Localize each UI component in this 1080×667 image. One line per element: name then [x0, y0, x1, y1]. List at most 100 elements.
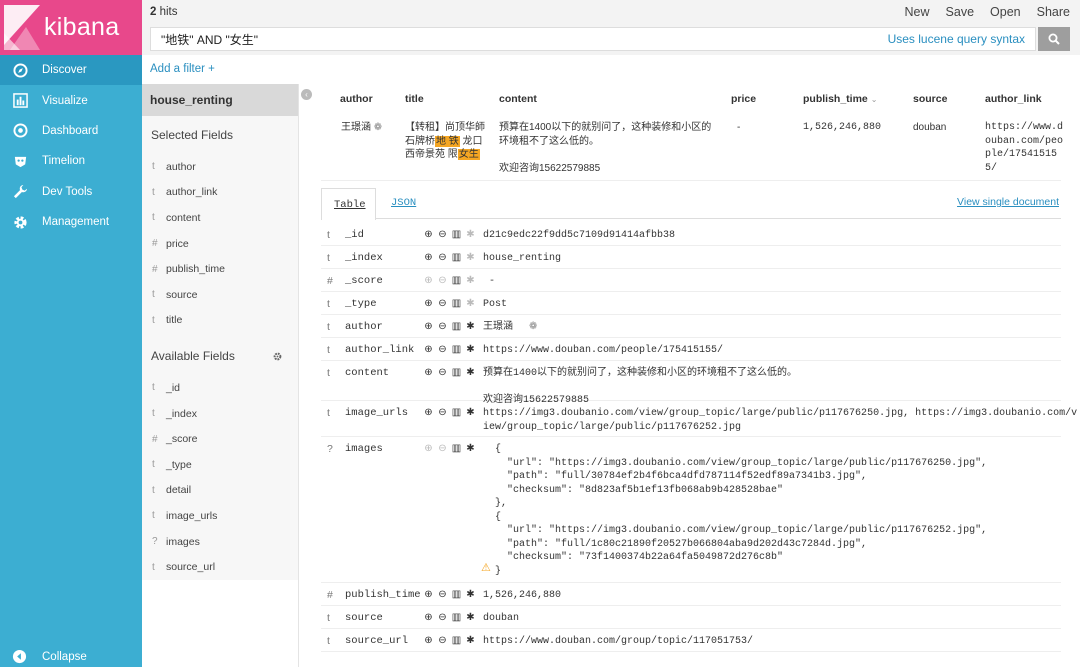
field-item[interactable]: t author	[142, 154, 298, 180]
toggle-column-icon[interactable]: ▥	[451, 298, 462, 309]
filter-out-value-icon[interactable]: ⊖	[437, 589, 448, 600]
doc-field-row: ? images ⊕ ⊖ ▥ ✱ { "url": "https://img3.douba…	[321, 437, 1061, 583]
field-item[interactable]: # publish_time	[142, 256, 298, 282]
filter-exists-icon[interactable]: ✱	[465, 344, 476, 355]
filter-for-value-icon[interactable]: ⊕	[423, 229, 434, 240]
column-header-price[interactable]: price	[731, 93, 756, 105]
filter-out-value-icon[interactable]: ⊖	[437, 612, 448, 623]
filter-for-value-icon[interactable]: ⊕	[423, 367, 434, 378]
filter-out-value-icon[interactable]: ⊖	[437, 298, 448, 309]
toggle-column-icon[interactable]: ▥	[451, 635, 462, 646]
nav-item-visualize[interactable]: Visualize	[0, 85, 142, 115]
filter-exists-icon[interactable]: ✱	[465, 275, 476, 286]
filter-out-value-icon[interactable]: ⊖	[437, 635, 448, 646]
field-item[interactable]: t source	[142, 282, 298, 308]
column-header-author-link[interactable]: author_link	[985, 93, 1042, 105]
paw-icon: ❁	[373, 122, 383, 133]
filter-for-value-icon[interactable]: ⊕	[423, 407, 434, 418]
lucene-syntax-link[interactable]: Uses lucene query syntax	[888, 32, 1035, 46]
field-item[interactable]: t _type	[142, 452, 298, 478]
field-type-icon: t	[152, 408, 155, 420]
column-header-title[interactable]: title	[405, 93, 424, 105]
gear-icon	[12, 214, 28, 230]
new-button[interactable]: New	[905, 5, 930, 19]
toggle-column-icon[interactable]: ▥	[451, 321, 462, 332]
toggle-column-icon[interactable]: ▥	[451, 275, 462, 286]
field-item[interactable]: t detail	[142, 478, 298, 504]
toggle-column-icon[interactable]: ▥	[451, 252, 462, 263]
add-filter-link[interactable]: Add a filter +	[150, 63, 215, 75]
filter-for-value-icon[interactable]: ⊕	[423, 635, 434, 646]
toggle-column-icon[interactable]: ▥	[451, 612, 462, 623]
nav-item-discover[interactable]: Discover	[0, 55, 142, 86]
search-button[interactable]	[1038, 27, 1070, 51]
filter-exists-icon[interactable]: ✱	[465, 298, 476, 309]
kibana-logo[interactable]: kibana	[0, 0, 142, 55]
field-item[interactable]: # _score	[142, 426, 298, 452]
toggle-column-icon[interactable]: ▥	[451, 367, 462, 378]
field-item[interactable]: t image_urls	[142, 503, 298, 529]
filter-exists-icon[interactable]: ✱	[465, 612, 476, 623]
sort-icon[interactable]: ⌄	[871, 95, 878, 104]
field-item[interactable]: t title	[142, 308, 298, 334]
nav-item-dashboard[interactable]: Dashboard	[0, 116, 142, 146]
save-button[interactable]: Save	[946, 5, 975, 19]
filter-for-value-icon[interactable]: ⊕	[423, 589, 434, 600]
nav-item-timelion[interactable]: Timelion	[0, 146, 142, 176]
tab-table[interactable]: Table	[321, 188, 376, 220]
view-single-document-link[interactable]: View single document	[957, 196, 1059, 208]
share-button[interactable]: Share	[1037, 5, 1070, 19]
filter-for-value-icon[interactable]: ⊕	[423, 344, 434, 355]
field-item[interactable]: ? images	[142, 529, 298, 555]
column-header-source[interactable]: source	[913, 93, 947, 105]
open-button[interactable]: Open	[990, 5, 1021, 19]
filter-for-value-icon[interactable]: ⊕	[423, 298, 434, 309]
filter-out-value-icon[interactable]: ⊖	[437, 443, 448, 454]
filter-exists-icon[interactable]: ✱	[465, 407, 476, 418]
filter-exists-icon[interactable]: ✱	[465, 252, 476, 263]
gear-icon[interactable]	[273, 352, 282, 361]
filter-out-value-icon[interactable]: ⊖	[437, 252, 448, 263]
column-header-publish-time[interactable]: publish_time ⌄	[803, 93, 877, 105]
field-item[interactable]: t _index	[142, 401, 298, 427]
index-pattern-selector[interactable]: house_renting	[142, 84, 298, 116]
filter-exists-icon[interactable]: ✱	[465, 443, 476, 454]
toggle-column-icon[interactable]: ▥	[451, 344, 462, 355]
field-item[interactable]: t _id	[142, 375, 298, 401]
search-input[interactable]: "地铁" AND "女生" Uses lucene query syntax	[150, 27, 1036, 51]
tab-json[interactable]: JSON	[391, 197, 416, 209]
column-header-content[interactable]: content	[499, 93, 537, 105]
toggle-column-icon[interactable]: ▥	[451, 443, 462, 454]
filter-for-value-icon[interactable]: ⊕	[423, 612, 434, 623]
toggle-column-icon[interactable]: ▥	[451, 589, 462, 600]
search-query[interactable]: "地铁" AND "女生"	[151, 31, 888, 48]
filter-out-value-icon[interactable]: ⊖	[437, 367, 448, 378]
cell-content-text-2: 欢迎咨询15622579885	[499, 162, 601, 174]
filter-out-value-icon[interactable]: ⊖	[437, 344, 448, 355]
filter-out-value-icon[interactable]: ⊖	[437, 321, 448, 332]
filter-exists-icon[interactable]: ✱	[465, 589, 476, 600]
collapse-button[interactable]: Collapse	[12, 649, 87, 665]
nav-item-management[interactable]: Management	[0, 207, 142, 237]
filter-out-value-icon[interactable]: ⊖	[437, 229, 448, 240]
filter-exists-icon[interactable]: ✱	[465, 635, 476, 646]
field-item[interactable]: t author_link	[142, 180, 298, 206]
column-header-author[interactable]: author	[340, 93, 373, 105]
toggle-column-icon[interactable]: ▥	[451, 407, 462, 418]
toggle-column-icon[interactable]: ▥	[451, 229, 462, 240]
filter-exists-icon[interactable]: ✱	[465, 229, 476, 240]
filter-out-value-icon[interactable]: ⊖	[437, 407, 448, 418]
nav-item-dev-tools[interactable]: Dev Tools	[0, 177, 142, 207]
field-item[interactable]: t content	[142, 205, 298, 231]
filter-for-value-icon[interactable]: ⊕	[423, 275, 434, 286]
filter-for-value-icon[interactable]: ⊕	[423, 443, 434, 454]
field-item[interactable]: t source_url	[142, 554, 298, 580]
filter-exists-icon[interactable]: ✱	[465, 367, 476, 378]
collapse-sidebar-icon[interactable]: ‹	[301, 89, 312, 100]
top-menu: New Save Open Share	[905, 5, 1070, 19]
filter-out-value-icon[interactable]: ⊖	[437, 275, 448, 286]
field-item[interactable]: # price	[142, 231, 298, 257]
filter-for-value-icon[interactable]: ⊕	[423, 252, 434, 263]
filter-exists-icon[interactable]: ✱	[465, 321, 476, 332]
filter-for-value-icon[interactable]: ⊕	[423, 321, 434, 332]
